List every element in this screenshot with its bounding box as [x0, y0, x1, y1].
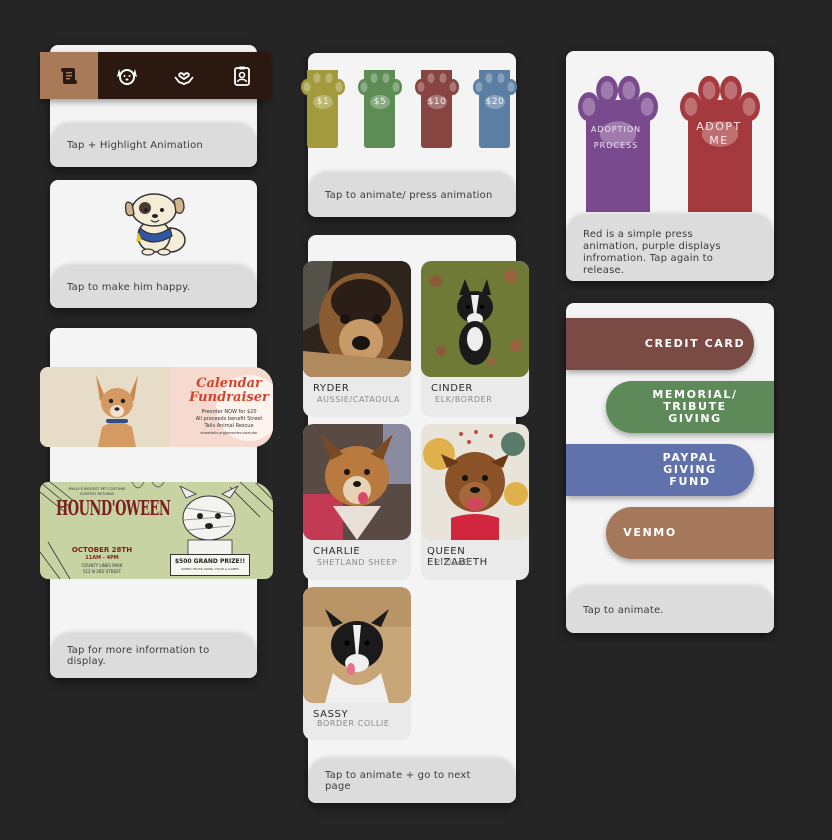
calendar-title: Calendar Fundraiser [189, 376, 269, 405]
scroll-icon [60, 67, 77, 84]
houndoween-banner[interactable]: PHILLY'S BIGGEST PET COSTUME CONTEST RET… [40, 482, 273, 579]
dog-card-cinder[interactable]: CINDER ELK/BORDER [421, 261, 529, 417]
calendar-line3: Tails Animal Rescue [204, 423, 254, 429]
dog-photo-ryder [303, 261, 411, 377]
heart-hands-icon [174, 71, 195, 85]
dog-photo-cinder [421, 261, 529, 377]
tab-bar [40, 52, 271, 99]
chihuahua-photo [82, 369, 152, 447]
tab-donate[interactable] [156, 52, 214, 99]
paypal-giving-button[interactable]: PAYPAL GIVING FUND [566, 444, 754, 496]
events-caption: Tap for more information to display. [50, 634, 257, 678]
tab-scroll[interactable] [40, 52, 98, 99]
dog-card-queen-elizabeth[interactable]: QUEEN ELIZABETH PIT/LAB [421, 424, 529, 580]
donate-amount-label: $1 [316, 97, 330, 107]
dogs-caption: Tap to animate + go to next page [308, 759, 516, 803]
dog-photo-charlie [303, 424, 411, 540]
dog-breed: SHETLAND SHEEP [317, 558, 398, 567]
dog-card-charlie[interactable]: CHARLIE SHETLAND SHEEP [303, 424, 411, 580]
dog-breed: BORDER COLLIE [317, 719, 390, 728]
mummy-dog-illustration [179, 486, 239, 556]
houndoween-address: 512 N 3RD STREET [82, 569, 122, 574]
dog-breed: ELK/BORDER [435, 395, 493, 404]
mascot-caption: Tap to make him happy. [50, 266, 257, 308]
dog-breed: PIT/LAB [435, 558, 470, 567]
paypal-giving-label: PAYPAL GIVING FUND [662, 451, 718, 488]
dog-name: RYDER [313, 383, 350, 394]
nav-caption: Tap + Highlight Animation [50, 124, 257, 167]
houndoween-date: OCTOBER 28TH [71, 546, 133, 554]
dog-photo-queen-elizabeth [421, 424, 529, 540]
houndoween-place: COUNTY LINES PARK [81, 563, 123, 568]
dog-card-sassy[interactable]: SASSY BORDER COLLIE [303, 587, 411, 740]
dog-name: CHARLIE [313, 546, 361, 557]
houndoween-title: HOUND'OWEEN [56, 497, 171, 522]
contact-card-icon [234, 66, 251, 86]
credit-card-label: CREDIT CARD [644, 337, 746, 350]
tab-dogs[interactable] [98, 52, 156, 99]
houndoween-time: 11AM - 4PM [85, 555, 119, 561]
houndoween-prize: $500 GRAND PRIZE!! [174, 558, 246, 565]
adopt-caption: Red is a simple press animation, purple … [566, 215, 774, 281]
calendar-line2: All proceeds benefit Street [195, 416, 263, 422]
venmo-label: VENMO [623, 526, 677, 539]
adopt-me-label: ADOPT ME [696, 120, 742, 147]
adoption-process-label: ADOPTION PROCESS [590, 125, 642, 150]
venmo-button[interactable]: VENMO [606, 507, 774, 559]
payment-caption: Tap to animate. [566, 587, 774, 633]
memorial-tribute-button[interactable]: MEMORIAL/ TRIBUTE GIVING [606, 381, 774, 433]
dog-name: CINDER [431, 383, 473, 394]
dog-photo-sassy [303, 587, 411, 703]
calendar-url: streettails.org/preorder-calendar [200, 431, 258, 435]
dog-face-icon [116, 68, 137, 85]
credit-card-button[interactable]: CREDIT CARD [566, 318, 754, 370]
calendar-fundraiser-banner[interactable]: Calendar Fundraiser Preorder NOW for $20… [40, 367, 273, 447]
donate-amount-label: $5 [373, 97, 387, 107]
donate-amount-label: $20 [485, 97, 505, 107]
houndoween-small-text: PHILLY'S BIGGEST PET COSTUME CONTEST RET… [68, 487, 126, 496]
tab-contact[interactable] [213, 52, 271, 99]
donate-amount-label: $10 [427, 97, 447, 107]
houndoween-prize-sub: SUPPLY TRUCK SWIRL, FOOD & GAMES [180, 567, 240, 571]
memorial-tribute-label: MEMORIAL/ TRIBUTE GIVING [652, 388, 738, 425]
donate-caption: Tap to animate/ press animation [308, 173, 516, 217]
dog-breed: AUSSIE/CATAOULA [317, 395, 400, 404]
puppy-mascot-icon[interactable] [118, 190, 194, 256]
dog-card-ryder[interactable]: RYDER AUSSIE/CATAOULA [303, 261, 411, 417]
calendar-line1: Preorder NOW for $20 [201, 409, 257, 415]
